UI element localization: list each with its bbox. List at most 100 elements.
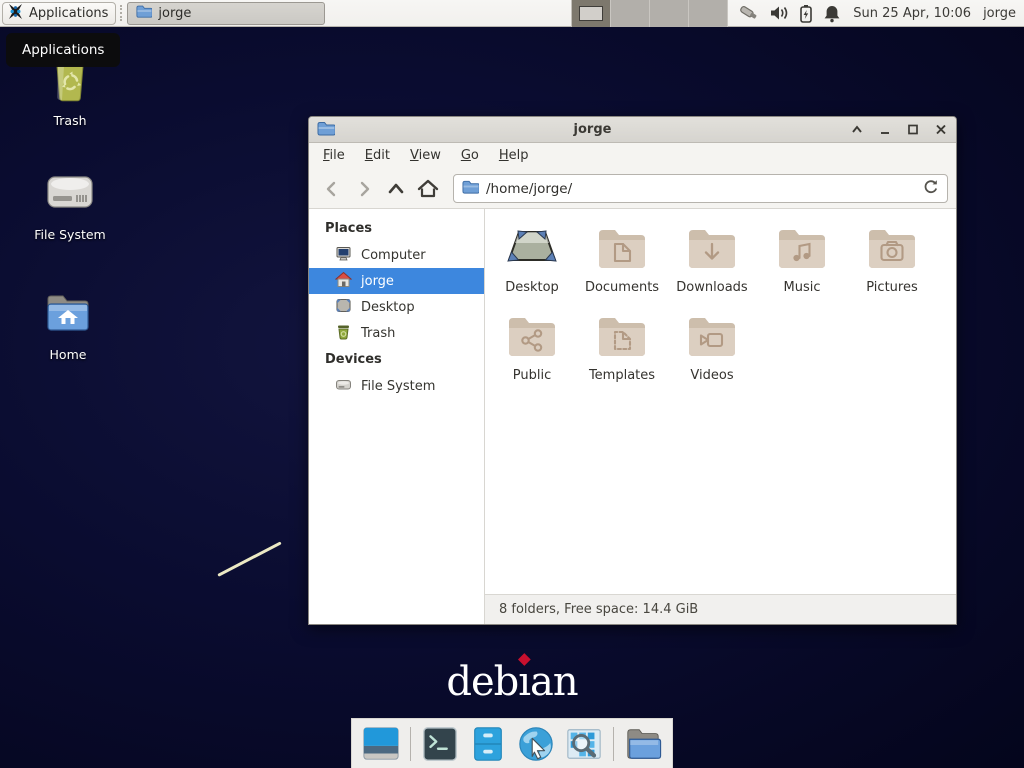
user-home-icon bbox=[335, 271, 352, 292]
home-folder-icon bbox=[44, 290, 92, 340]
path-bar[interactable] bbox=[453, 174, 948, 203]
folder-item-music[interactable]: Music bbox=[757, 223, 847, 295]
workspace-2[interactable] bbox=[611, 0, 650, 27]
top-panel: Applications jorge bbox=[0, 0, 1024, 27]
sidebar-item-trash[interactable]: Trash bbox=[309, 320, 484, 346]
sidebar-item-file-system[interactable]: File System bbox=[309, 373, 484, 399]
music-folder-icon bbox=[776, 223, 828, 273]
menu-view[interactable]: View bbox=[400, 143, 451, 169]
applications-menu-label: Applications bbox=[29, 6, 108, 21]
up-button[interactable] bbox=[381, 174, 411, 204]
folder-item-pictures[interactable]: Pictures bbox=[847, 223, 937, 295]
shade-button[interactable] bbox=[850, 123, 864, 137]
sidebar-item-computer[interactable]: Computer bbox=[309, 242, 484, 268]
folder-item-templates[interactable]: Templates bbox=[577, 311, 667, 383]
taskbar-item-label: jorge bbox=[158, 6, 191, 21]
file-manager-window: jorge File Edit View Go Help bbox=[308, 116, 957, 625]
system-tray bbox=[738, 3, 841, 23]
sidebar-item-label: jorge bbox=[361, 274, 394, 289]
folder-label: Music bbox=[784, 280, 821, 295]
folder-label: Templates bbox=[589, 368, 655, 383]
sidebar-item-label: Computer bbox=[361, 248, 426, 263]
taskbar-item-jorge[interactable]: jorge bbox=[127, 2, 325, 25]
desktop-icon-file-system[interactable]: File System bbox=[22, 170, 118, 242]
workspace-4[interactable] bbox=[689, 0, 728, 27]
folder-item-videos[interactable]: Videos bbox=[667, 311, 757, 383]
menu-file[interactable]: File bbox=[313, 143, 355, 169]
applications-menu-button[interactable]: Applications bbox=[2, 2, 116, 25]
desktop-icon-label: File System bbox=[34, 227, 106, 242]
sidebar-header-places: Places bbox=[309, 215, 484, 242]
sidebar-item-desktop[interactable]: Desktop bbox=[309, 294, 484, 320]
clock[interactable]: Sun 25 Apr, 10:06 bbox=[853, 6, 971, 21]
menu-go[interactable]: Go bbox=[451, 143, 489, 169]
terminal-icon[interactable] bbox=[421, 725, 459, 763]
sidebar-item-label: File System bbox=[361, 379, 435, 394]
pictures-folder-icon bbox=[866, 223, 918, 273]
xfce-logo-icon bbox=[7, 3, 24, 24]
workspace-3[interactable] bbox=[650, 0, 689, 27]
menu-edit[interactable]: Edit bbox=[355, 143, 400, 169]
window-titlebar[interactable]: jorge bbox=[309, 117, 956, 143]
folder-label: Downloads bbox=[676, 280, 747, 295]
show-desktop-icon[interactable] bbox=[362, 725, 400, 763]
debian-logo-i: ı bbox=[518, 662, 530, 702]
volume-icon[interactable] bbox=[769, 4, 789, 22]
forward-button[interactable] bbox=[349, 174, 379, 204]
folder-label: Documents bbox=[585, 280, 659, 295]
workspace-switcher bbox=[571, 0, 728, 27]
app-finder-icon[interactable] bbox=[565, 725, 603, 763]
reload-icon[interactable] bbox=[923, 179, 939, 199]
notifications-icon[interactable] bbox=[823, 4, 841, 23]
battery-icon[interactable] bbox=[798, 4, 814, 23]
menu-help[interactable]: Help bbox=[489, 143, 539, 169]
dock-separator bbox=[613, 727, 614, 761]
back-button[interactable] bbox=[317, 174, 347, 204]
sidebar-item-jorge[interactable]: jorge bbox=[309, 268, 484, 294]
path-folder-icon bbox=[462, 179, 479, 198]
window-title: jorge bbox=[335, 122, 850, 137]
public-folder-icon bbox=[506, 311, 558, 361]
home-button[interactable] bbox=[413, 174, 443, 204]
statusbar: 8 folders, Free space: 14.4 GiB bbox=[485, 594, 956, 624]
sidebar-item-label: Desktop bbox=[361, 300, 415, 315]
maximize-button[interactable] bbox=[906, 123, 920, 137]
debian-logo-text: deb bbox=[446, 662, 518, 702]
desktop-places-icon bbox=[335, 297, 352, 318]
toolbar bbox=[309, 169, 956, 209]
folder-label: Pictures bbox=[866, 280, 917, 295]
web-browser-icon[interactable] bbox=[517, 725, 555, 763]
panel-separator bbox=[120, 5, 123, 21]
folder-icon bbox=[136, 4, 152, 22]
sidebar-header-devices: Devices bbox=[309, 346, 484, 373]
folder-item-documents[interactable]: Documents bbox=[577, 223, 667, 295]
videos-folder-icon bbox=[686, 311, 738, 361]
sidebar: Places Computer bbox=[309, 209, 485, 624]
folder-grid: Desktop Documents bbox=[485, 209, 956, 594]
debian-logo: debıan bbox=[446, 662, 577, 702]
workspace-window-preview bbox=[579, 6, 603, 21]
dock-separator bbox=[410, 727, 411, 761]
desktop-icon-home[interactable]: Home bbox=[20, 290, 116, 362]
file-manager-icon[interactable] bbox=[469, 725, 507, 763]
path-input[interactable] bbox=[486, 181, 916, 197]
folder-item-downloads[interactable]: Downloads bbox=[667, 223, 757, 295]
folder-item-desktop[interactable]: Desktop bbox=[487, 223, 577, 295]
drive-small-icon bbox=[335, 376, 352, 397]
dock-panel bbox=[351, 718, 673, 768]
applications-tooltip: Applications bbox=[6, 33, 120, 67]
session-user-label[interactable]: jorge bbox=[983, 6, 1016, 21]
workspace-1[interactable] bbox=[572, 0, 611, 27]
folder-label: Public bbox=[513, 368, 551, 383]
minimize-button[interactable] bbox=[878, 123, 892, 137]
close-button[interactable] bbox=[934, 123, 948, 137]
documents-folder-icon bbox=[596, 223, 648, 273]
folder-item-public[interactable]: Public bbox=[487, 311, 577, 383]
dock-folder-icon[interactable] bbox=[624, 725, 662, 763]
computer-icon bbox=[335, 245, 352, 266]
debian-logo-text: an bbox=[530, 662, 578, 702]
window-folder-icon bbox=[317, 120, 335, 140]
downloads-folder-icon bbox=[686, 223, 738, 273]
stylus-icon[interactable] bbox=[738, 3, 760, 23]
desktop-icon-label: Trash bbox=[53, 113, 86, 128]
